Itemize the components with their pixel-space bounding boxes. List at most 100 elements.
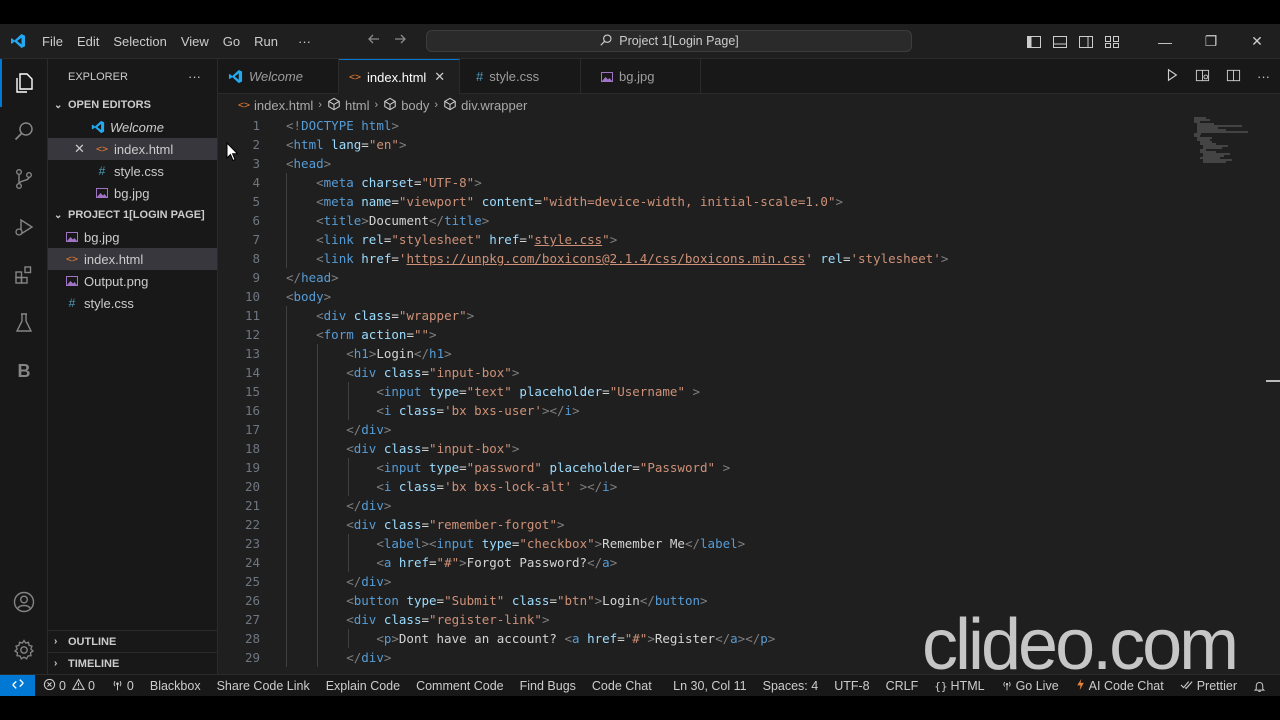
open-editor-style-css[interactable]: # style.css bbox=[48, 160, 217, 182]
code-line[interactable]: <form action=""> bbox=[286, 325, 1186, 344]
code-line[interactable]: <div class="remember-forgot"> bbox=[286, 515, 1186, 534]
run-icon[interactable] bbox=[1165, 68, 1179, 85]
status-blackbox[interactable]: Blackbox bbox=[142, 679, 209, 693]
menu-edit[interactable]: Edit bbox=[70, 24, 106, 59]
encoding[interactable]: UTF-8 bbox=[826, 679, 877, 693]
code-line[interactable]: <html lang="en"> bbox=[286, 135, 1186, 154]
code-line[interactable]: <head> bbox=[286, 154, 1186, 173]
code-line[interactable]: <!DOCTYPE html> bbox=[286, 116, 1186, 135]
breadcrumb-file[interactable]: <> index.html bbox=[238, 98, 313, 113]
code-line[interactable]: <body> bbox=[286, 287, 1186, 306]
project-folder-section[interactable]: ⌄ PROJECT 1[LOGIN PAGE] bbox=[48, 204, 217, 226]
menu-view[interactable]: View bbox=[174, 24, 216, 59]
code-line[interactable]: <input type="password" placeholder="Pass… bbox=[286, 458, 1186, 477]
testing-flask-icon[interactable] bbox=[0, 299, 48, 347]
code-line[interactable]: </head> bbox=[286, 268, 1186, 287]
file-bg-jpg[interactable]: bg.jpg bbox=[48, 226, 217, 248]
menu-run[interactable]: Run bbox=[247, 24, 285, 59]
menu-go[interactable]: Go bbox=[216, 24, 247, 59]
back-arrow-icon[interactable] bbox=[366, 31, 382, 52]
explorer-more-actions[interactable]: ··· bbox=[188, 69, 201, 84]
breadcrumb-body[interactable]: body bbox=[383, 97, 429, 114]
minimize-button[interactable]: — bbox=[1142, 24, 1188, 59]
go-live-button[interactable]: Go Live bbox=[993, 679, 1067, 694]
run-debug-icon[interactable] bbox=[0, 203, 48, 251]
prettier-button[interactable]: Prettier bbox=[1172, 679, 1245, 694]
code-line[interactable]: <div class="input-box"> bbox=[286, 363, 1186, 382]
accounts-icon[interactable] bbox=[0, 578, 48, 626]
open-preview-icon[interactable] bbox=[1195, 68, 1210, 86]
code-line[interactable]: <i class='bx bxs-lock-alt' ></i> bbox=[286, 477, 1186, 496]
code-lines[interactable]: <!DOCTYPE html> <html lang="en"> <head> <m… bbox=[286, 116, 1186, 667]
tab-welcome[interactable]: Welcome bbox=[218, 59, 339, 94]
source-control-icon[interactable] bbox=[0, 155, 48, 203]
end-of-line[interactable]: CRLF bbox=[878, 679, 927, 693]
extensions-icon[interactable] bbox=[0, 251, 48, 299]
close-window-button[interactable]: ✕ bbox=[1234, 24, 1280, 59]
toggle-primary-sidebar-icon[interactable] bbox=[1026, 34, 1042, 50]
command-center-search[interactable]: Project 1[Login Page] bbox=[426, 30, 912, 52]
status-find-bugs[interactable]: Find Bugs bbox=[512, 679, 584, 693]
timeline-section[interactable]: › TIMELINE bbox=[48, 652, 218, 674]
toggle-panel-icon[interactable] bbox=[1052, 34, 1068, 50]
open-editor-bg-jpg[interactable]: bg.jpg bbox=[48, 182, 217, 204]
problems-indicator[interactable]: 0 0 bbox=[35, 677, 103, 694]
code-editor[interactable]: 1 2 3 4 5 6 7 8 9 10 11 12 13 14 15 16 17 18 19 20 21 22 23 24 2… bbox=[218, 116, 1280, 674]
status-comment-code[interactable]: Comment Code bbox=[408, 679, 512, 693]
ai-code-chat-button[interactable]: AI Code Chat bbox=[1067, 678, 1172, 694]
open-editors-section[interactable]: ⌄ OPEN EDITORS bbox=[48, 94, 217, 116]
code-line[interactable]: <a href="#">Forgot Password?</a> bbox=[286, 553, 1186, 572]
status-explain-code[interactable]: Explain Code bbox=[318, 679, 408, 693]
code-line[interactable]: </div> bbox=[286, 496, 1186, 515]
close-icon[interactable]: ✕ bbox=[74, 141, 85, 157]
split-editor-icon[interactable] bbox=[1226, 68, 1241, 86]
tab-index-html[interactable]: <> index.html ✕ bbox=[339, 59, 460, 94]
more-actions-icon[interactable]: ··· bbox=[1257, 69, 1270, 84]
menu-selection[interactable]: Selection bbox=[106, 24, 173, 59]
blackbox-icon[interactable]: B bbox=[0, 347, 48, 395]
tab-bg-jpg[interactable]: bg.jpg bbox=[581, 59, 701, 94]
close-icon[interactable]: ✕ bbox=[434, 69, 445, 85]
file-output-png[interactable]: Output.png bbox=[48, 270, 217, 292]
ports-indicator[interactable]: 0 bbox=[103, 678, 142, 694]
tab-style-css[interactable]: # style.css bbox=[460, 59, 581, 94]
toggle-secondary-sidebar-icon[interactable] bbox=[1078, 34, 1094, 50]
code-line[interactable]: <i class='bx bxs-user'></i> bbox=[286, 401, 1186, 420]
outline-section[interactable]: › OUTLINE bbox=[48, 630, 218, 652]
code-line[interactable]: <label><input type="checkbox">Remember M… bbox=[286, 534, 1186, 553]
code-line[interactable]: </div> bbox=[286, 420, 1186, 439]
file-index-html[interactable]: <> index.html bbox=[48, 248, 217, 270]
remote-indicator[interactable] bbox=[0, 674, 35, 697]
search-view-icon[interactable] bbox=[0, 107, 48, 155]
forward-arrow-icon[interactable] bbox=[392, 31, 408, 52]
notifications-bell-icon[interactable] bbox=[1245, 680, 1274, 693]
language-mode[interactable]: {} HTML bbox=[926, 679, 992, 693]
menu-more[interactable]: ··· bbox=[291, 24, 318, 59]
code-line[interactable]: </div> bbox=[286, 572, 1186, 591]
code-line[interactable]: <link rel="stylesheet" href="style.css"> bbox=[286, 230, 1186, 249]
code-line[interactable]: <h1>Login</h1> bbox=[286, 344, 1186, 363]
open-editor-index-html[interactable]: ✕ <> index.html bbox=[48, 138, 217, 160]
menu-file[interactable]: File bbox=[35, 24, 70, 59]
cursor-position[interactable]: Ln 30, Col 11 bbox=[665, 679, 754, 693]
code-line[interactable]: <div class="input-box"> bbox=[286, 439, 1186, 458]
explorer-icon[interactable] bbox=[0, 59, 48, 107]
breadcrumb-html[interactable]: html bbox=[327, 97, 370, 114]
restore-button[interactable]: ❐ bbox=[1188, 24, 1234, 59]
settings-gear-icon[interactable] bbox=[0, 626, 48, 674]
breadcrumb-div-wrapper[interactable]: div.wrapper bbox=[443, 97, 527, 114]
code-line[interactable]: <meta charset="UTF-8"> bbox=[286, 173, 1186, 192]
open-editor-welcome[interactable]: Welcome bbox=[48, 116, 217, 138]
code-line[interactable]: <div class="wrapper"> bbox=[286, 306, 1186, 325]
code-line[interactable]: <link href='https://unpkg.com/boxicons@2… bbox=[286, 249, 1186, 268]
indentation[interactable]: Spaces: 4 bbox=[755, 679, 827, 693]
status-share-code-link[interactable]: Share Code Link bbox=[209, 679, 318, 693]
scrollbar-marker[interactable] bbox=[1266, 380, 1280, 382]
status-code-chat[interactable]: Code Chat bbox=[584, 679, 660, 693]
code-line[interactable]: <meta name="viewport" content="width=dev… bbox=[286, 192, 1186, 211]
customize-layout-icon[interactable] bbox=[1104, 34, 1120, 50]
code-line[interactable]: <title>Document</title> bbox=[286, 211, 1186, 230]
code-line[interactable]: <input type="text" placeholder="Username… bbox=[286, 382, 1186, 401]
file-style-css[interactable]: # style.css bbox=[48, 292, 217, 314]
minimap[interactable] bbox=[1192, 116, 1252, 166]
